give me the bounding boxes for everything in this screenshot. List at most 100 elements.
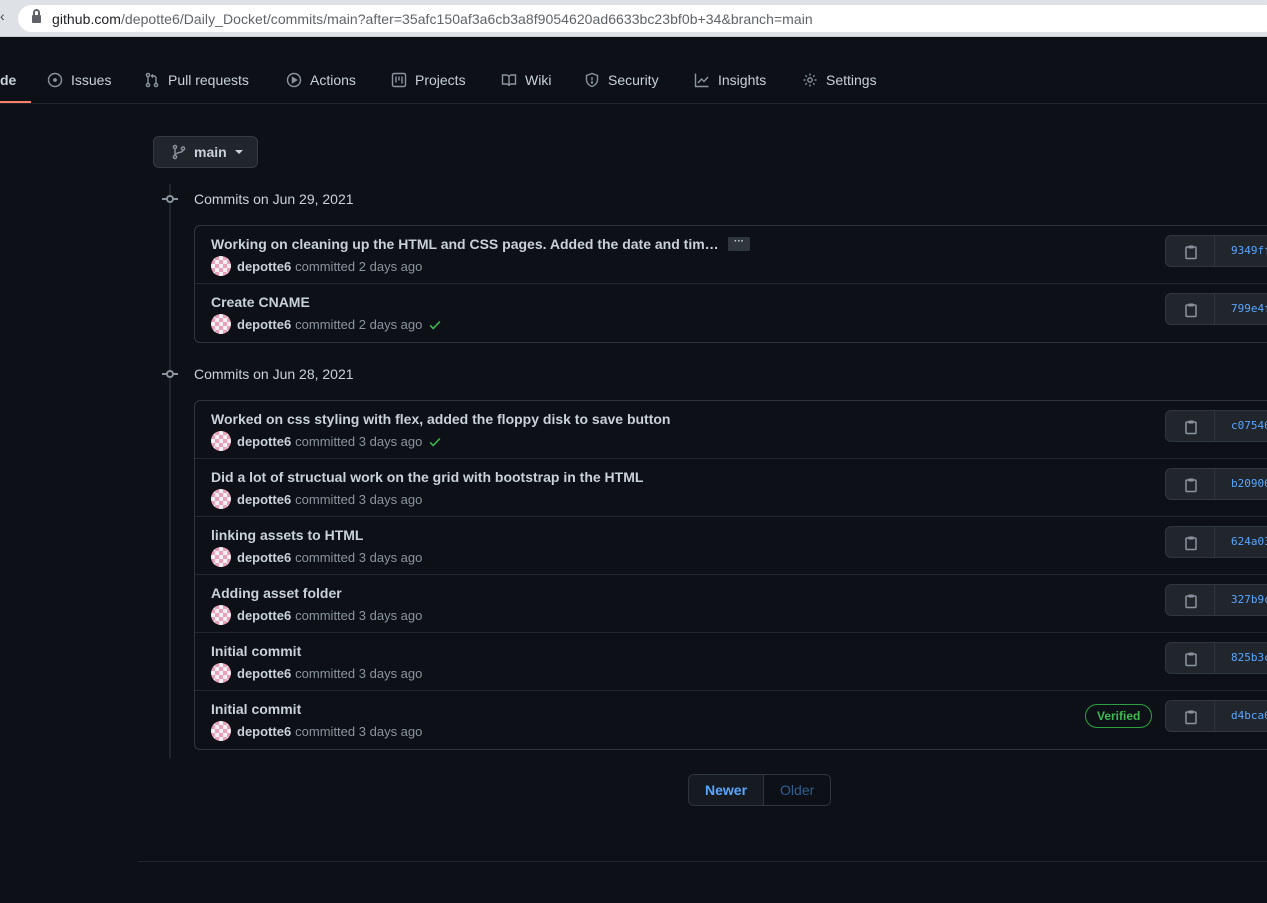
commit-time[interactable]: 3 days ago: [359, 608, 423, 623]
branch-select-button[interactable]: main: [153, 136, 258, 168]
commit-time[interactable]: 3 days ago: [359, 434, 423, 449]
commit-meta: depotte6 committed 3 days ago: [237, 550, 422, 565]
newer-button[interactable]: Newer: [689, 775, 765, 805]
tab-wiki[interactable]: Wiki: [501, 70, 551, 90]
tab-settings[interactable]: Settings: [802, 70, 877, 90]
tab-projects[interactable]: Projects: [391, 70, 466, 90]
avatar[interactable]: [211, 547, 231, 567]
commit-action: committed: [295, 666, 356, 681]
clipboard-icon: [1185, 245, 1197, 260]
tab-label: Projects: [415, 72, 466, 88]
copy-sha-button[interactable]: [1165, 235, 1215, 267]
commit-author-link[interactable]: depotte6: [237, 259, 291, 274]
commit-author-link[interactable]: depotte6: [237, 317, 291, 332]
copy-sha-button[interactable]: [1165, 700, 1215, 732]
commit-message-link[interactable]: Worked on css styling with flex, added t…: [211, 411, 670, 427]
commit-message-link[interactable]: linking assets to HTML: [211, 527, 363, 543]
tab-actions[interactable]: Actions: [286, 70, 356, 90]
commit-action: committed: [295, 259, 356, 274]
commit-time[interactable]: 3 days ago: [359, 724, 423, 739]
tab-label: de: [0, 72, 17, 88]
avatar[interactable]: [211, 256, 231, 276]
chevron-down-icon: [234, 150, 243, 154]
copy-sha-button[interactable]: [1165, 642, 1215, 674]
commit-action: committed: [295, 550, 356, 565]
commit-message-link[interactable]: Working on cleaning up the HTML and CSS …: [211, 236, 719, 252]
avatar[interactable]: [211, 489, 231, 509]
commit-meta: depotte6 committed 3 days ago: [237, 724, 422, 739]
tab-issues[interactable]: Issues: [47, 70, 111, 90]
tab-insights[interactable]: Insights: [694, 70, 766, 90]
commit-row: linking assets to HTML depotte6 committe…: [195, 517, 1267, 575]
clipboard-icon: [1185, 478, 1197, 493]
commit-message-link[interactable]: Did a lot of structual work on the grid …: [211, 469, 643, 485]
tab-code[interactable]: de: [0, 70, 16, 90]
copy-sha-button[interactable]: [1165, 468, 1215, 500]
clipboard-icon: [1185, 420, 1197, 435]
check-icon[interactable]: [428, 435, 442, 449]
commit-author-link[interactable]: depotte6: [237, 666, 291, 681]
tab-label: Issues: [71, 72, 112, 88]
commit-sha-link[interactable]: d4bca6: [1214, 700, 1267, 732]
commit-message-link[interactable]: Create CNAME: [211, 294, 310, 310]
graph-icon: [694, 73, 709, 88]
commit-time[interactable]: 2 days ago: [359, 317, 423, 332]
commit-time[interactable]: 3 days ago: [359, 550, 423, 565]
commit-sha-link[interactable]: 327b9c: [1214, 584, 1267, 616]
commit-time[interactable]: 2 days ago: [359, 259, 423, 274]
copy-sha-button[interactable]: [1165, 410, 1215, 442]
play-icon: [286, 72, 302, 88]
url-host: github.com: [52, 11, 121, 27]
copy-sha-button[interactable]: [1165, 526, 1215, 558]
project-icon: [391, 72, 407, 88]
avatar[interactable]: [211, 663, 231, 683]
commit-sha-link[interactable]: b20906: [1214, 468, 1267, 500]
commit-icon: [162, 366, 178, 382]
tab-pull-requests[interactable]: Pull requests: [144, 70, 249, 90]
avatar[interactable]: [211, 314, 231, 334]
commit-row: Worked on css styling with flex, added t…: [195, 401, 1267, 459]
clipboard-icon: [1185, 536, 1197, 551]
commit-author-link[interactable]: depotte6: [237, 724, 291, 739]
tab-label: Insights: [718, 72, 767, 88]
commit-message-link[interactable]: Initial commit: [211, 643, 301, 659]
avatar[interactable]: [211, 605, 231, 625]
commit-action: committed: [295, 317, 356, 332]
url-field[interactable]: github.com/depotte6/Daily_Docket/commits…: [18, 5, 1267, 32]
verified-badge[interactable]: Verified: [1085, 704, 1153, 728]
active-tab-underline: [0, 101, 31, 103]
commit-row: Create CNAME depotte6 committed 2 days a…: [195, 284, 1267, 342]
commit-message-link[interactable]: Initial commit: [211, 701, 301, 717]
copy-sha-button[interactable]: [1165, 584, 1215, 616]
url-text: github.com/depotte6/Daily_Docket/commits…: [52, 11, 813, 27]
commit-meta: depotte6 committed 3 days ago: [237, 492, 422, 507]
avatar[interactable]: [211, 431, 231, 451]
commit-meta: depotte6 committed 3 days ago: [237, 666, 422, 681]
commit-sha-link[interactable]: 799e4f: [1214, 293, 1267, 325]
copy-sha-button[interactable]: [1165, 293, 1215, 325]
tab-label: Security: [608, 72, 659, 88]
commit-message-link[interactable]: Adding asset folder: [211, 585, 342, 601]
commit-author-link[interactable]: depotte6: [237, 434, 291, 449]
commit-sha-link[interactable]: 624a03: [1214, 526, 1267, 558]
commit-sha-link[interactable]: 825b3c: [1214, 642, 1267, 674]
commit-action: committed: [295, 608, 356, 623]
older-button[interactable]: Older: [764, 775, 831, 805]
commit-meta: depotte6 committed 2 days ago: [237, 259, 422, 274]
avatar[interactable]: [211, 721, 231, 741]
commit-author-link[interactable]: depotte6: [237, 550, 291, 565]
commit-row: Initial commit depotte6 committed 3 days…: [195, 633, 1267, 691]
commit-time[interactable]: 3 days ago: [359, 492, 423, 507]
issue-icon: [47, 72, 63, 88]
commit-author-link[interactable]: depotte6: [237, 608, 291, 623]
commit-sha-link[interactable]: c07546: [1214, 410, 1267, 442]
tab-label: Wiki: [525, 72, 552, 88]
commit-meta: depotte6 committed 3 days ago: [237, 608, 422, 623]
expand-message-button[interactable]: ···: [728, 237, 750, 251]
check-icon[interactable]: [428, 318, 442, 332]
commit-sha-link[interactable]: 9349ff: [1214, 235, 1267, 267]
tab-security[interactable]: Security: [584, 70, 659, 90]
commit-time[interactable]: 3 days ago: [359, 666, 423, 681]
commit-author-link[interactable]: depotte6: [237, 492, 291, 507]
commit-group-title: Commits on Jun 28, 2021: [194, 366, 354, 382]
